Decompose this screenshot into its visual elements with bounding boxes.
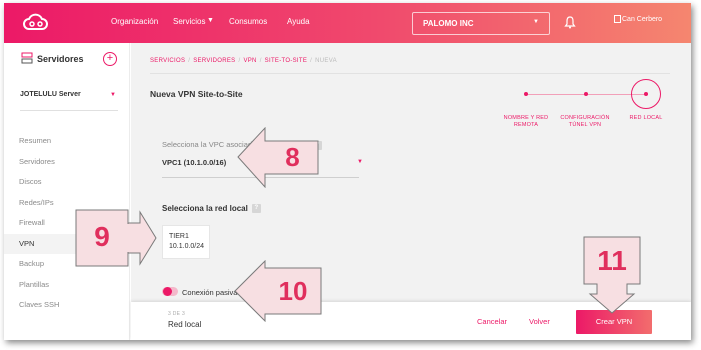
step-label-2-line1: CONFIGURACIÓN	[560, 115, 610, 121]
breadcrumb: SERVICIOS / SERVIDORES / VPN / SITE-TO-SITE / NU…	[150, 58, 337, 64]
step-label-1-line2: REMOTA	[513, 122, 539, 128]
top-bar: Organización Servicios ▼ Consumos Ayuda …	[4, 3, 691, 43]
local-network-label: Selecciona la red local?	[162, 204, 261, 214]
step-label-3: RED LOCAL	[626, 115, 666, 122]
breadcrumb-site-to-site[interactable]: SITE-TO-SITE	[265, 58, 308, 64]
step-label-1: NOMBRE Y RED REMOTA	[501, 115, 551, 129]
vpc-select[interactable]: VPC1 (10.1.0.0/16)	[162, 158, 226, 167]
network-name: TIER1	[169, 233, 189, 240]
divider	[20, 110, 118, 111]
step-dot-1	[524, 92, 528, 96]
server-icon	[21, 52, 33, 64]
chevron-down-icon[interactable]: ▼	[357, 159, 363, 165]
add-server-button[interactable]: +	[103, 52, 117, 66]
passive-connection-toggle[interactable]	[162, 287, 178, 296]
chevron-down-icon: ▼	[533, 19, 539, 25]
breadcrumb-separator: /	[259, 58, 262, 64]
step-label-1-line1: NOMBRE Y RED	[503, 115, 549, 121]
breadcrumb-separator: /	[310, 58, 313, 64]
step-counter: 3 DE 3	[168, 311, 186, 317]
network-cidr: 10.1.0.0/24	[169, 243, 205, 250]
breadcrumb-separator: /	[238, 58, 241, 64]
nav-ayuda[interactable]: Ayuda	[287, 17, 310, 26]
page-title: Nueva VPN Site-to-Site	[150, 89, 243, 99]
divider	[150, 73, 670, 74]
breadcrumb-servicios[interactable]: SERVICIOS	[150, 58, 185, 64]
step-name: Red local	[168, 320, 202, 329]
server-selector[interactable]: JOTELULU Server	[20, 91, 81, 98]
sidebar-item-resumen[interactable]: Resumen	[4, 131, 129, 152]
passive-connection-label: Conexión pasiva	[182, 288, 238, 297]
step-label-2-line2: TÚNEL VPN	[568, 122, 602, 128]
back-button[interactable]: Volver	[529, 317, 550, 326]
local-network-card[interactable]: TIER1 10.1.0.0/24	[162, 225, 210, 259]
breadcrumb-servidores[interactable]: SERVIDORES	[193, 58, 235, 64]
chevron-down-icon[interactable]: ▼	[207, 17, 214, 24]
help-icon[interactable]: ?	[251, 204, 261, 214]
step-dot-2	[584, 92, 588, 96]
sidebar: Servidores + JOTELULU Server ▼ Resumen S…	[4, 43, 130, 340]
chevron-down-icon[interactable]: ▼	[110, 92, 116, 98]
sidebar-item-claves-ssh[interactable]: Claves SSH	[4, 295, 129, 316]
cloud-logo-icon[interactable]	[22, 13, 50, 33]
sidebar-item-plantillas[interactable]: Plantillas	[4, 275, 129, 296]
bell-icon[interactable]	[564, 16, 576, 29]
nav-consumos[interactable]: Consumos	[229, 17, 267, 26]
step-dot-3	[644, 92, 648, 96]
avatar	[614, 15, 621, 23]
sidebar-item-discos[interactable]: Discos	[4, 172, 129, 193]
local-network-label-text: Selecciona la red local	[162, 204, 248, 213]
nav-servicios[interactable]: Servicios	[173, 17, 205, 26]
user-menu[interactable]: Can Cerbero	[614, 15, 662, 23]
step-label-3-line1: RED LOCAL	[629, 115, 663, 121]
callout-number-11: 11	[597, 245, 627, 276]
breadcrumb-nueva: NUEVA	[315, 58, 337, 64]
sidebar-item-servidores[interactable]: Servidores	[4, 152, 129, 173]
breadcrumb-separator: /	[188, 58, 191, 64]
callout-number-8: 8	[285, 142, 300, 172]
toggle-knob	[163, 287, 172, 296]
sidebar-title: Servidores	[37, 54, 84, 64]
nav-organizacion[interactable]: Organización	[111, 17, 158, 26]
callout-number-9: 9	[94, 221, 110, 252]
callout-number-10: 10	[278, 276, 308, 306]
step-label-2: CONFIGURACIÓN TÚNEL VPN	[556, 115, 614, 129]
company-name: PALOMO INC	[423, 19, 474, 28]
company-selector[interactable]: PALOMO INC ▼	[412, 12, 550, 35]
breadcrumb-vpn[interactable]: VPN	[243, 58, 256, 64]
user-name: Can Cerbero	[622, 15, 663, 23]
app-window: Organización Servicios ▼ Consumos Ayuda …	[4, 3, 691, 340]
cancel-button[interactable]: Cancelar	[477, 317, 507, 326]
